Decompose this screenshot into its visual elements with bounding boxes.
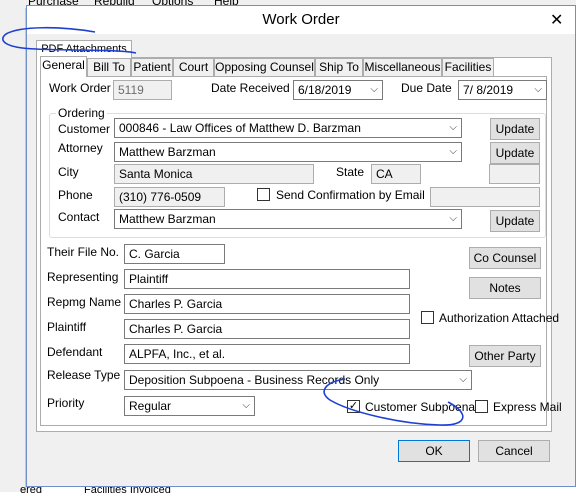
customer-label: Customer [58, 122, 111, 136]
express-mail-label: Express Mail [493, 400, 562, 414]
priority-label: Priority [47, 396, 85, 410]
date-received-value: 6/18/2019 [298, 83, 352, 97]
due-date-label: Due Date [401, 81, 452, 95]
ok-button[interactable]: OK [398, 440, 470, 462]
release-type-select[interactable]: Deposition Subpoena - Business Records O… [124, 370, 472, 390]
repmg-name-label: Repmg Name [47, 295, 122, 309]
due-date-picker[interactable]: 7/ 8/2019 ⌵ [458, 80, 547, 100]
tab-facilities[interactable]: Facilities [442, 58, 494, 76]
repmg-name-field[interactable]: Charles P. Garcia [124, 294, 410, 314]
notes-button[interactable]: Notes [469, 277, 541, 299]
attorney-value: Matthew Barzman [119, 145, 216, 159]
release-type-value: Deposition Subpoena - Business Records O… [129, 373, 380, 387]
authorization-attached-label: Authorization Attached [439, 311, 560, 325]
other-party-button[interactable]: Other Party [469, 345, 541, 367]
co-counsel-button[interactable]: Co Counsel [469, 247, 541, 269]
customer-subpoena-label: Customer Subpoena [365, 400, 476, 414]
phone-label: Phone [58, 188, 93, 202]
tab-ship-to[interactable]: Ship To [315, 58, 363, 76]
dialog-title: Work Order [262, 11, 340, 28]
tab-court[interactable]: Court [173, 58, 214, 76]
chevron-down-icon[interactable]: ⌵ [534, 81, 542, 99]
customer-subpoena-checkbox[interactable]: ✓ [347, 400, 360, 413]
defendant-label: Defendant [47, 345, 103, 359]
ordering-legend: Ordering [56, 106, 107, 120]
representing-field[interactable]: Plaintiff [124, 269, 410, 289]
representing-label: Representing [47, 270, 119, 284]
state-field: CA [371, 164, 421, 184]
chevron-down-icon[interactable]: ⌵ [449, 143, 457, 161]
contact-value: Matthew Barzman [119, 212, 216, 226]
send-confirmation-checkbox[interactable] [257, 188, 270, 201]
city-field: Santa Monica [114, 164, 314, 184]
contact-select[interactable]: Matthew Barzman ⌵ [114, 209, 462, 229]
state-label: State [336, 165, 365, 179]
zip-field [489, 164, 540, 184]
chevron-down-icon[interactable]: ⌵ [242, 397, 250, 415]
work-order-field: 5119 [113, 80, 172, 100]
cancel-button[interactable]: Cancel [478, 440, 550, 462]
tab-opposing-counsel[interactable]: Opposing Counsel [214, 58, 315, 76]
priority-value: Regular [129, 399, 172, 413]
tab-miscellaneous[interactable]: Miscellaneous [363, 58, 442, 76]
chevron-down-icon[interactable]: ⌵ [459, 371, 467, 389]
due-date-value: 7/ 8/2019 [463, 83, 514, 97]
chevron-down-icon[interactable]: ⌵ [449, 210, 457, 228]
their-file-label: Their File No. [47, 245, 120, 259]
close-icon[interactable]: ✕ [550, 10, 563, 30]
express-mail-checkbox[interactable] [475, 400, 488, 413]
authorization-attached-checkbox[interactable] [421, 311, 434, 324]
date-received-picker[interactable]: 6/18/2019 ⌵ [293, 80, 383, 100]
customer-update-button[interactable]: Update [490, 118, 540, 140]
release-type-label: Release Type [47, 368, 121, 382]
priority-select[interactable]: Regular ⌵ [124, 396, 255, 416]
background-window-edge [0, 8, 26, 492]
chevron-down-icon[interactable]: ⌵ [449, 119, 457, 137]
contact-label: Contact [58, 210, 100, 224]
email-field [430, 187, 540, 207]
tab-bill-to[interactable]: Bill To [87, 58, 131, 76]
attorney-label: Attorney [58, 141, 103, 155]
defendant-field[interactable]: ALPFA, Inc., et al. [124, 344, 410, 364]
city-label: City [58, 165, 79, 179]
phone-field: (310) 776-0509 [114, 187, 225, 207]
tab-general[interactable]: General [40, 56, 87, 77]
their-file-field[interactable]: C. Garcia [124, 244, 225, 264]
plaintiff-field[interactable]: Charles P. Garcia [124, 319, 410, 339]
tab-patient[interactable]: Patient [131, 58, 173, 76]
work-order-label: Work Order [49, 81, 111, 95]
date-received-label: Date Received [211, 81, 290, 95]
contact-update-button[interactable]: Update [490, 210, 540, 232]
chevron-down-icon[interactable]: ⌵ [370, 81, 378, 99]
attorney-update-button[interactable]: Update [490, 142, 540, 164]
customer-value: 000846 - Law Offices of Matthew D. Barzm… [119, 121, 361, 135]
attorney-select[interactable]: Matthew Barzman ⌵ [114, 142, 462, 162]
send-confirmation-label: Send Confirmation by Email [276, 188, 425, 202]
customer-select[interactable]: 000846 - Law Offices of Matthew D. Barzm… [114, 118, 462, 138]
plaintiff-label: Plaintiff [47, 320, 87, 334]
